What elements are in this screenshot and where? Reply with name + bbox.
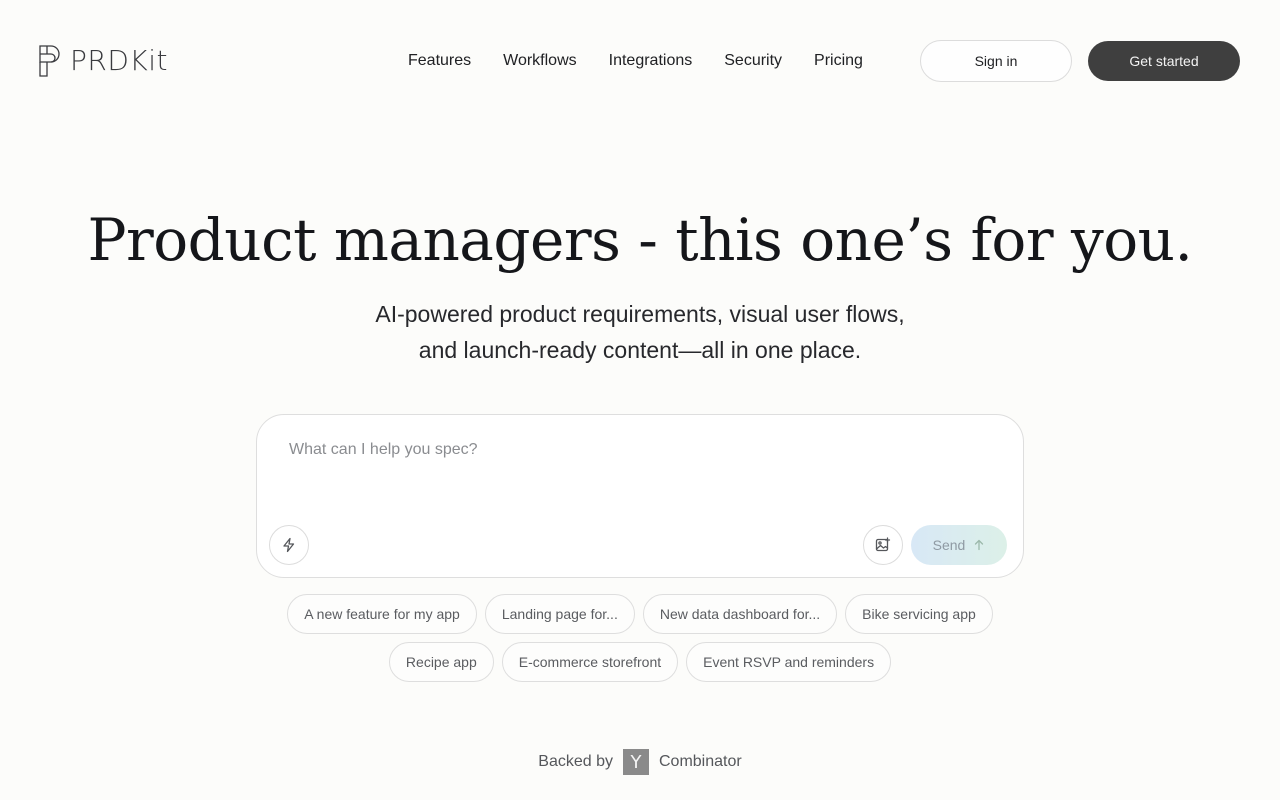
bolt-icon [283, 537, 295, 553]
nav-link-pricing[interactable]: Pricing [814, 52, 863, 70]
send-button[interactable]: Send [911, 525, 1007, 565]
sign-in-button[interactable]: Sign in [920, 40, 1072, 82]
image-upload-button[interactable] [863, 525, 903, 565]
nav-link-features[interactable]: Features [408, 52, 471, 70]
brand-logo[interactable]: PRDKit [38, 44, 168, 78]
prompt-input[interactable] [289, 435, 989, 465]
suggestion-row-2: Recipe app E-commerce storefront Event R… [0, 642, 1280, 682]
prompt-box: Send [256, 414, 1024, 578]
backed-by-suffix: Combinator [659, 753, 742, 770]
bolt-button[interactable] [269, 525, 309, 565]
main-nav: Features Workflows Integrations Security… [392, 48, 863, 74]
nav-link-security[interactable]: Security [724, 52, 782, 70]
suggestion-chip[interactable]: Event RSVP and reminders [686, 642, 892, 682]
hero-subtitle-line-2: and launch-ready content—all in one plac… [418, 337, 862, 363]
nav-link-workflows[interactable]: Workflows [503, 52, 577, 70]
backed-by-prefix: Backed by [538, 753, 613, 770]
suggestion-row-1: A new feature for my app Landing page fo… [0, 594, 1280, 634]
brand-name: PRDKit [70, 44, 169, 77]
hero-subtitle: AI-powered product requirements, visual … [0, 296, 1280, 368]
send-button-label: Send [932, 537, 966, 553]
site-header: PRDKit Features Workflows Integrations S… [0, 0, 1280, 120]
suggestion-chip[interactable]: New data dashboard for... [642, 594, 838, 634]
suggestion-chip[interactable]: A new feature for my app [287, 594, 477, 634]
prdkit-logo-icon [39, 45, 60, 77]
hero-subtitle-line-1: AI-powered product requirements, visual … [375, 301, 905, 327]
get-started-button[interactable]: Get started [1088, 41, 1240, 81]
suggestion-chip[interactable]: Bike servicing app [845, 594, 993, 634]
suggestion-chip[interactable]: Landing page for... [484, 594, 635, 634]
backed-by: Backed by Y Combinator [0, 748, 1280, 776]
arrow-up-icon [975, 539, 984, 551]
suggestion-chip[interactable]: Recipe app [388, 642, 494, 682]
image-upload-icon [875, 537, 891, 552]
hero-title: Product managers - this one’s for you. [87, 206, 1193, 274]
suggestion-chip[interactable]: E-commerce storefront [501, 642, 679, 682]
nav-link-integrations[interactable]: Integrations [609, 52, 693, 70]
y-combinator-logo: Y [623, 749, 649, 775]
